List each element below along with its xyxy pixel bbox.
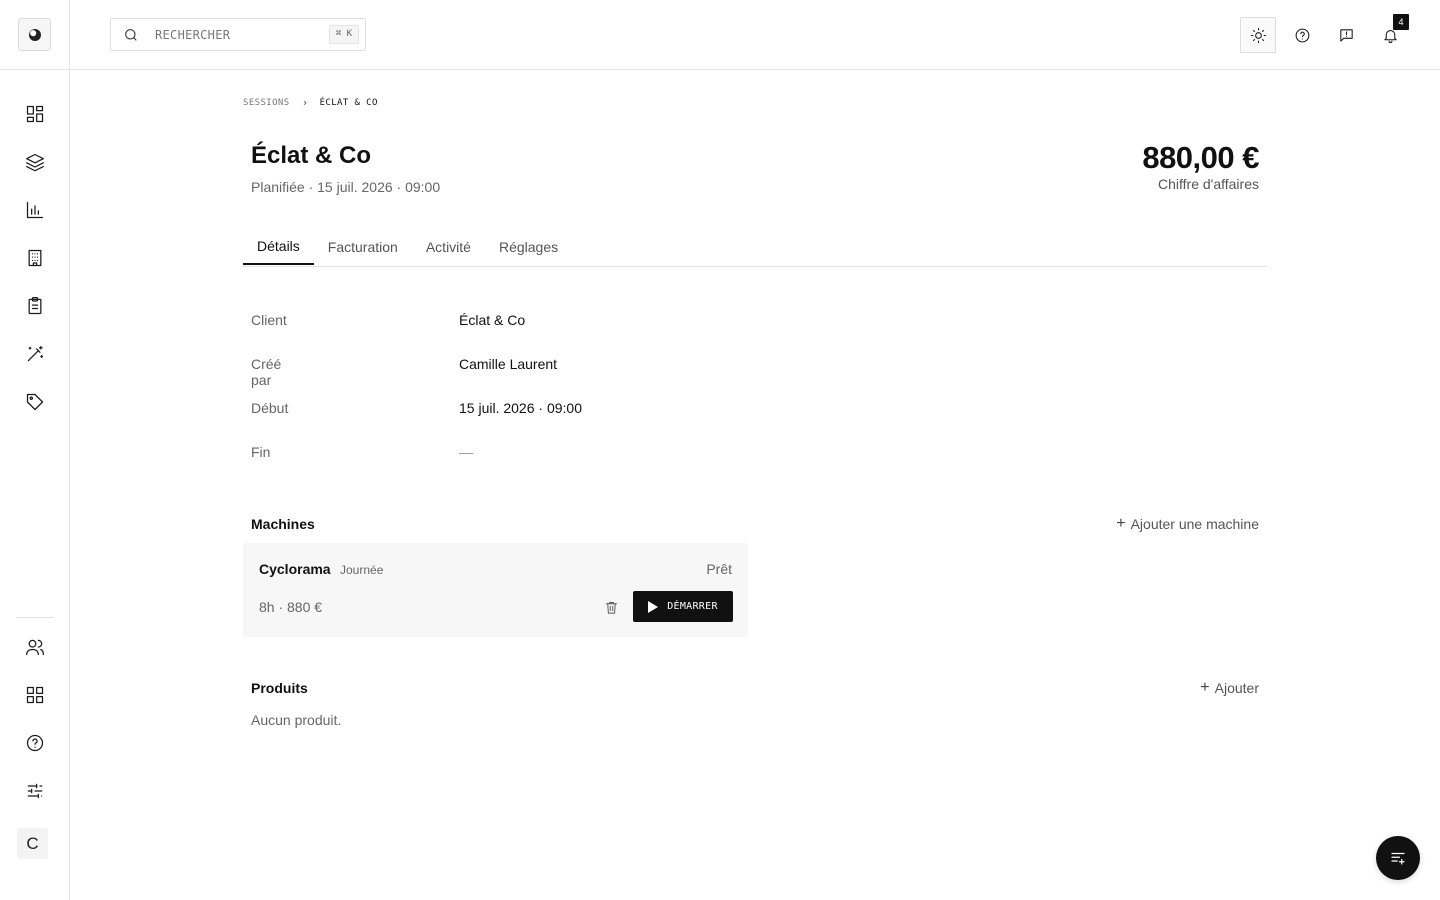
sidebar-item-automation[interactable] [19,338,51,370]
sidebar-item-analytics[interactable] [19,194,51,226]
users-icon [26,639,44,656]
detail-label: Début [251,400,289,416]
tab-details[interactable]: Détails [243,229,314,265]
add-product-button[interactable]: + Ajouter [1200,679,1259,697]
play-icon [648,600,659,613]
apps-grid-icon [26,686,44,704]
top-bar: RECHERCHER ⌘ K 4 [70,0,1440,70]
start-machine-button[interactable]: DÉMARRER [633,591,733,622]
sidebar-divider [16,617,54,618]
notifications-button[interactable]: 4 [1372,14,1409,53]
detail-label: Créé par [251,356,282,388]
machine-card: Cyclorama Journée Prêt 8h · 880 € DÉMARR… [243,543,748,637]
add-product-label: Ajouter [1214,680,1259,696]
revenue-amount: 880,00 € [1142,140,1259,175]
sidebar-item-settings[interactable] [19,775,51,807]
tag-icon [26,393,44,411]
revenue-label: Chiffre d'affaires [1158,176,1259,192]
machines-title: Machines [251,516,315,532]
theme-toggle-button[interactable] [1240,17,1276,53]
products-empty-state: Aucun produit. [251,712,342,728]
detail-value: Camille Laurent [459,356,558,372]
page-title: Éclat & Co [251,142,372,169]
app-logo[interactable] [18,18,51,51]
dashboard-icon [26,105,44,123]
help-circle-icon [26,734,44,752]
help-button[interactable] [1284,17,1320,53]
detail-value: Éclat & Co [459,312,526,328]
tab-billing[interactable]: Facturation [314,229,412,265]
search-icon [125,29,137,41]
sidebar-item-tags[interactable] [19,386,51,418]
page-subtitle: Planifiée · 15 juil. 2026 · 09:00 [251,179,441,195]
tabs: Détails Facturation Activité Réglages [243,231,1267,267]
breadcrumb-current: ÉCLAT & CO [319,97,378,108]
plus-icon: + [1116,515,1126,532]
sidebar-header-divider [0,69,70,70]
main-content: SESSIONS › ÉCLAT & CO Éclat & Co Planifi… [70,70,1440,900]
feedback-button[interactable] [1328,17,1364,53]
add-machine-button[interactable]: + Ajouter une machine [1116,515,1259,533]
sidebar-item-apps[interactable] [19,679,51,711]
breadcrumb-sessions[interactable]: SESSIONS [243,98,290,108]
building-icon [28,249,42,267]
help-circle-icon [1295,28,1309,42]
add-machine-label: Ajouter une machine [1130,516,1259,532]
machine-meta: 8h · 880 € [259,599,323,615]
chevron-right-icon: › [301,96,309,109]
notification-badge: 4 [1393,14,1409,30]
sidebar-item-layers[interactable] [19,146,51,178]
logo-mark-icon [28,28,41,41]
search-input[interactable]: RECHERCHER ⌘ K [110,18,366,51]
sidebar: C [0,0,70,900]
start-label: DÉMARRER [667,601,718,612]
bar-chart-icon [26,201,44,219]
sidebar-item-users[interactable] [19,631,51,663]
magic-wand-icon [27,345,44,362]
sidebar-item-tasks[interactable] [19,290,51,322]
breadcrumb: SESSIONS › ÉCLAT & CO [243,96,378,109]
detail-value: 15 juil. 2026 · 09:00 [459,400,582,416]
machine-name: Cyclorama [259,561,331,577]
user-avatar[interactable]: C [17,828,48,859]
delete-machine-button[interactable] [600,596,622,618]
detail-label: Fin [251,444,271,460]
trash-icon [605,601,617,614]
machine-rate-tag: Journée [340,563,384,577]
search-shortcut: ⌘ K [328,25,359,44]
layers-icon [26,153,44,172]
feedback-icon [1339,28,1353,42]
machine-status: Prêt [706,561,732,577]
list-sparkle-icon [1391,852,1405,865]
clipboard-icon [28,297,42,315]
tab-activity[interactable]: Activité [412,229,485,265]
detail-label: Client [251,312,287,328]
sliders-icon [27,783,43,799]
sidebar-item-dashboard[interactable] [19,98,51,130]
sidebar-item-help[interactable] [19,727,51,759]
quick-actions-button[interactable] [1376,836,1420,880]
sun-icon [1250,27,1266,43]
products-title: Produits [251,680,308,696]
sidebar-item-buildings[interactable] [19,242,51,274]
search-placeholder: RECHERCHER [155,28,231,42]
tab-settings[interactable]: Réglages [485,229,572,265]
plus-icon: + [1200,679,1210,696]
detail-value: — [459,444,473,460]
